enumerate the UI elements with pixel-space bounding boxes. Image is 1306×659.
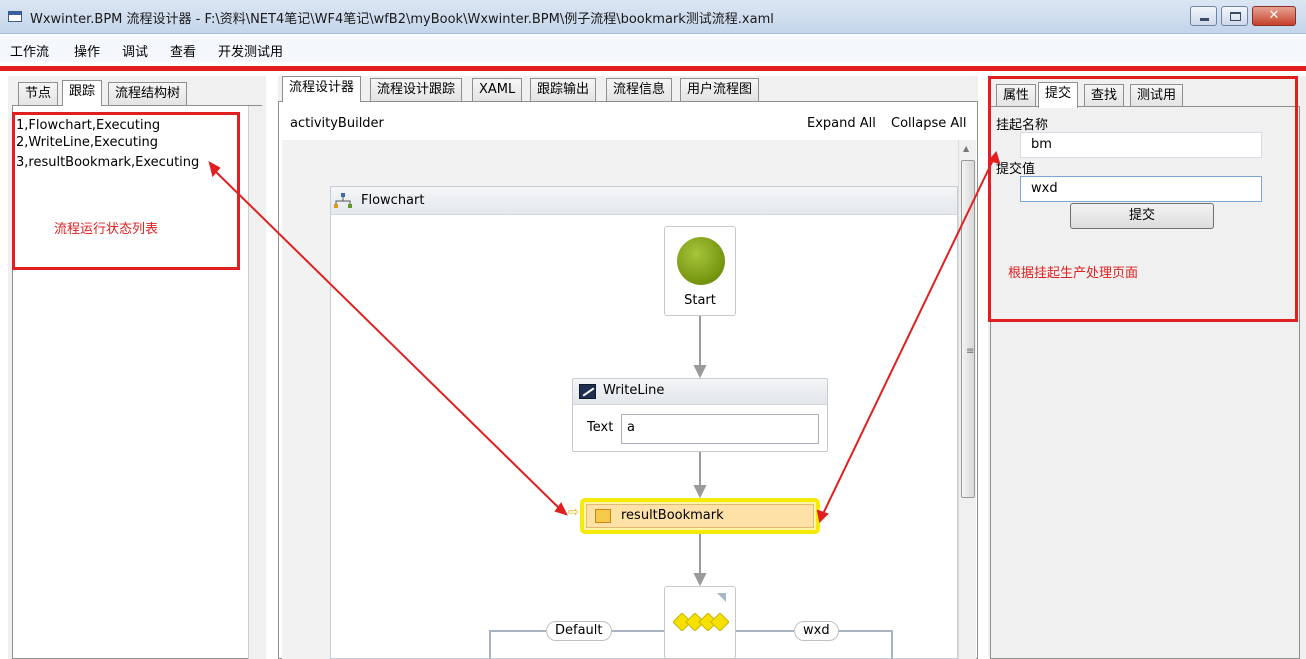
red-divider-line bbox=[0, 66, 1306, 71]
window-title: Wxwinter.BPM 流程设计器 - F:\资料\NET4笔记\WF4笔记\… bbox=[30, 12, 774, 27]
expand-all-link[interactable]: Expand All bbox=[807, 116, 876, 131]
tab-tracking-output[interactable]: 跟踪输出 bbox=[530, 78, 597, 102]
tab-tracking[interactable]: 跟踪 bbox=[62, 80, 103, 106]
designer-header: activityBuilder Expand All Collapse All bbox=[282, 110, 976, 140]
breadcrumb[interactable]: activityBuilder bbox=[290, 116, 384, 131]
text-input[interactable]: a bbox=[621, 414, 819, 444]
close-icon: ✕ bbox=[1268, 8, 1280, 23]
menu-dev-test[interactable]: 开发测试用 bbox=[218, 41, 283, 60]
writeline-icon bbox=[579, 384, 596, 399]
bookmark-activity-icon bbox=[595, 509, 611, 523]
maximize-icon bbox=[1230, 12, 1241, 21]
flowchart-title: Flowchart bbox=[361, 193, 425, 208]
minimize-button[interactable] bbox=[1190, 6, 1217, 26]
tab-xaml[interactable]: XAML bbox=[472, 78, 523, 102]
scrollbar-thumb[interactable]: ≡ bbox=[961, 160, 975, 498]
annotation-box-right bbox=[988, 76, 1298, 322]
start-label: Start bbox=[684, 293, 716, 308]
flowchart-icon bbox=[334, 193, 352, 208]
scroll-up-icon[interactable]: ▲ bbox=[963, 144, 969, 153]
menu-debug[interactable]: 调试 bbox=[122, 41, 148, 60]
annotation-caption-right: 根据挂起生产处理页面 bbox=[1008, 266, 1139, 281]
canvas-scrollbar[interactable]: ▲ ≡ bbox=[958, 140, 976, 659]
switch-diamond-icon bbox=[673, 613, 729, 631]
text-input-value: a bbox=[627, 420, 635, 435]
menu-bar: 工作流 操作 调试 查看 开发测试用 bbox=[0, 36, 1306, 62]
menu-workflow[interactable]: 工作流 bbox=[10, 41, 49, 60]
start-circle-icon bbox=[677, 237, 725, 285]
switch-wxd-case-label[interactable]: wxd bbox=[794, 621, 839, 641]
bookmark-inner: resultBookmark bbox=[586, 504, 814, 528]
menu-view[interactable]: 查看 bbox=[170, 41, 196, 60]
writeline-title: WriteLine bbox=[603, 383, 665, 398]
tab-flow-info[interactable]: 流程信息 bbox=[606, 78, 673, 102]
writeline-header[interactable]: WriteLine bbox=[573, 379, 827, 405]
app-window-icon bbox=[8, 11, 22, 22]
maximize-button[interactable] bbox=[1221, 6, 1248, 26]
collapse-all-link[interactable]: Collapse All bbox=[891, 116, 967, 131]
tab-submit[interactable]: 提交 bbox=[1038, 82, 1079, 108]
tab-structure-tree[interactable]: 流程结构树 bbox=[108, 82, 188, 106]
switch-default-case-label[interactable]: Default bbox=[546, 621, 612, 641]
bookmark-pointer-icon: ⇨ bbox=[568, 505, 579, 520]
title-bar: Wxwinter.BPM 流程设计器 - F:\资料\NET4笔记\WF4笔记\… bbox=[0, 0, 1306, 34]
menu-operation[interactable]: 操作 bbox=[74, 41, 100, 60]
annotation-caption-left: 流程运行状态列表 bbox=[54, 222, 159, 237]
result-bookmark-activity[interactable]: resultBookmark bbox=[580, 498, 820, 534]
close-button[interactable]: ✕ bbox=[1252, 6, 1296, 26]
switch-node[interactable] bbox=[664, 586, 736, 659]
grip-icon: ≡ bbox=[966, 346, 975, 357]
flowchart-header[interactable]: Flowchart bbox=[331, 187, 957, 215]
bookmark-title: resultBookmark bbox=[621, 508, 724, 523]
tab-designer-tracking[interactable]: 流程设计跟踪 bbox=[370, 78, 463, 102]
start-node[interactable]: Start bbox=[664, 226, 736, 316]
annotation-box-left bbox=[12, 112, 240, 270]
writeline-activity[interactable]: WriteLine Text a bbox=[572, 378, 828, 452]
tab-designer[interactable]: 流程设计器 bbox=[282, 76, 362, 102]
tab-user-flow-chart[interactable]: 用户流程图 bbox=[680, 78, 760, 102]
tab-nodes[interactable]: 节点 bbox=[18, 82, 59, 106]
text-field-label: Text bbox=[587, 420, 614, 435]
tracking-scrollbar[interactable] bbox=[248, 106, 266, 659]
switch-corner-icon bbox=[717, 593, 726, 602]
minimize-icon bbox=[1200, 18, 1209, 21]
